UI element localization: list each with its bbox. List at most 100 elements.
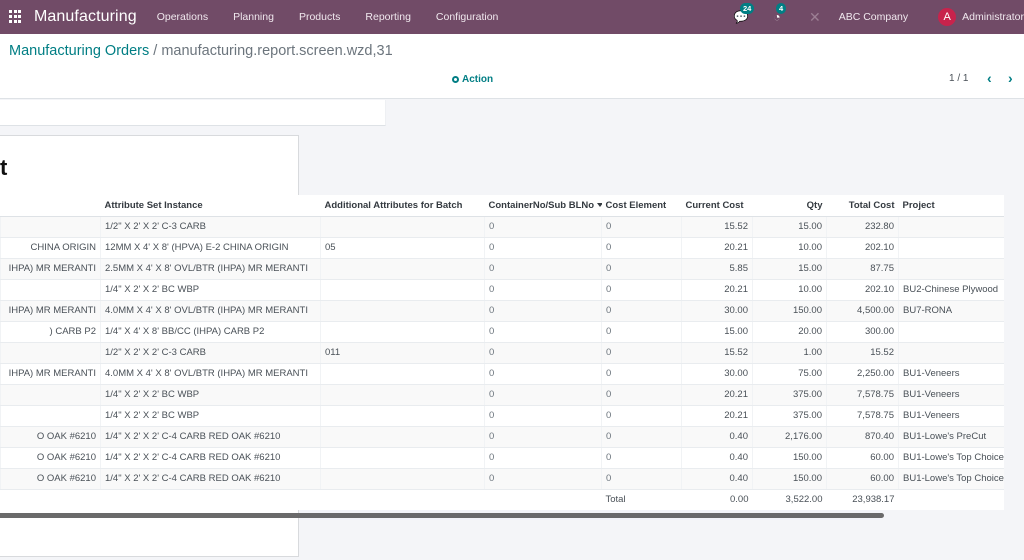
cell-additional-attributes	[320, 321, 485, 343]
action-button[interactable]: Action	[452, 74, 493, 85]
top-navbar: Manufacturing Operations Planning Produc…	[0, 0, 1024, 34]
cell-product	[0, 342, 101, 364]
cell-attribute-set-instance: 1/4" X 2' X 2' BC WBP	[100, 384, 321, 406]
table-row[interactable]: ) CARB P2 1/4" X 4' X 8' BB/CC (IHPA) CAR…	[0, 321, 1004, 343]
column-header-current-cost[interactable]: Current Cost	[681, 195, 753, 217]
column-header-additional-attributes[interactable]: Additional Attributes for Batch	[320, 195, 485, 217]
messages-button[interactable]: 💬 24	[733, 3, 755, 24]
cell-additional-attributes	[320, 405, 485, 427]
cell-container-no: 0	[484, 363, 602, 385]
user-menu[interactable]: Administrator	[962, 11, 1024, 23]
cell-project: BU1-Veneers	[898, 384, 1004, 406]
horizontal-scrollbar[interactable]	[0, 513, 884, 518]
cell-additional-attributes	[320, 447, 485, 469]
cell-product	[0, 216, 101, 238]
cell-attribute-set-instance: 1/2" X 2' X 2' C-3 CARB	[100, 342, 321, 364]
column-header-qty[interactable]: Qty	[752, 195, 827, 217]
cell-current-cost: 15.52	[681, 342, 753, 364]
menu-reporting[interactable]: Reporting	[365, 11, 411, 23]
cell-container-no: 0	[484, 237, 602, 259]
cell-container-no: 0	[484, 216, 602, 238]
column-header-total-cost[interactable]: Total Cost	[826, 195, 899, 217]
column-header-attribute-set-instance[interactable]: Attribute Set Instance	[100, 195, 321, 217]
cell-total-cost: 7,578.75	[826, 405, 899, 427]
table-row[interactable]: 1/4" X 2' X 2' BC WBP 0 0 20.21 375.00 7,578.…	[0, 405, 1004, 427]
app-name[interactable]: Manufacturing	[34, 8, 137, 26]
cell-current-cost: 20.21	[681, 279, 753, 301]
cell-cost-element: 0	[601, 468, 682, 490]
cell-qty: 375.00	[752, 405, 827, 427]
cell-current-cost: 30.00	[681, 300, 753, 322]
menu-products[interactable]: Products	[299, 11, 340, 23]
pager-value[interactable]: 1 / 1	[949, 73, 968, 84]
close-x-icon[interactable]: ✕	[809, 9, 821, 26]
menu-configuration[interactable]: Configuration	[436, 11, 498, 23]
menu-operations[interactable]: Operations	[157, 11, 208, 23]
cell-attribute-set-instance: 12MM X 4' X 8' (HPVA) E-2 CHINA ORIGIN	[100, 237, 321, 259]
pager-previous-button[interactable]: ‹	[987, 70, 992, 86]
activities-button[interactable]: ◔ 4	[769, 3, 787, 24]
company-switcher[interactable]: ABC Company	[839, 11, 908, 23]
cell-qty: 15.00	[752, 258, 827, 280]
cell-product: CHINA ORIGIN	[0, 237, 101, 259]
cell-project: BU1-Veneers	[898, 363, 1004, 385]
cell-qty: 1.00	[752, 342, 827, 364]
table-row[interactable]: 1/2" X 2' X 2' C-3 CARB 011 0 0 15.52 1.00 15.…	[0, 342, 1004, 364]
breadcrumb-manufacturing-orders[interactable]: Manufacturing Orders	[9, 43, 149, 59]
menu-planning[interactable]: Planning	[233, 11, 274, 23]
column-header-cost-element[interactable]: Cost Element	[601, 195, 682, 217]
cell-current-cost: 30.00	[681, 363, 753, 385]
apps-grid-icon[interactable]	[9, 10, 23, 24]
cell-product: ) CARB P2	[0, 321, 101, 343]
table-row[interactable]: IHPA) MR MERANTI 2.5MM X 4' X 8' OVL/BTR …	[0, 258, 1004, 280]
cell-cost-element: 0	[601, 447, 682, 469]
table-row[interactable]: O OAK #6210 1/4" X 2' X 2' C-4 CARB RED O…	[0, 468, 1004, 490]
table-row[interactable]: 1/2" X 2' X 2' C-3 CARB 0 0 15.52 15.00 232.8…	[0, 216, 1004, 238]
footer-empty	[100, 489, 321, 510]
table-row[interactable]: IHPA) MR MERANTI 4.0MM X 4' X 8' OVL/BTR …	[0, 363, 1004, 385]
column-header-product[interactable]	[0, 195, 101, 217]
cell-project: BU1-Lowe's Top Choice	[898, 447, 1004, 469]
cell-attribute-set-instance: 1/4" X 2' X 2' BC WBP	[100, 279, 321, 301]
table-row[interactable]: 1/4" X 2' X 2' BC WBP 0 0 20.21 10.00 202.10 B…	[0, 279, 1004, 301]
cell-additional-attributes	[320, 363, 485, 385]
breadcrumb-current: manufacturing.report.screen.wzd,31	[161, 43, 393, 59]
cell-current-cost: 0.40	[681, 447, 753, 469]
cell-total-cost: 232.80	[826, 216, 899, 238]
cell-qty: 2,176.00	[752, 426, 827, 448]
cell-additional-attributes	[320, 300, 485, 322]
control-panel: Manufacturing Orders / manufacturing.rep…	[0, 34, 1024, 99]
cell-container-no: 0	[484, 300, 602, 322]
cell-container-no: 0	[484, 279, 602, 301]
table-row[interactable]: CHINA ORIGIN 12MM X 4' X 8' (HPVA) E-2 CH…	[0, 237, 1004, 259]
table-row[interactable]: 1/4" X 2' X 2' BC WBP 0 0 20.21 375.00 7,578.…	[0, 384, 1004, 406]
avatar[interactable]: A	[938, 8, 957, 26]
cell-cost-element: 0	[601, 321, 682, 343]
cell-additional-attributes	[320, 468, 485, 490]
table-row[interactable]: O OAK #6210 1/4" X 2' X 2' C-4 CARB RED O…	[0, 447, 1004, 469]
table-row[interactable]: IHPA) MR MERANTI 4.0MM X 4' X 8' OVL/BTR …	[0, 300, 1004, 322]
column-header-container-no[interactable]: ContainerNo/Sub BLNo	[484, 195, 602, 217]
cell-cost-element: 0	[601, 237, 682, 259]
cell-qty: 20.00	[752, 321, 827, 343]
cell-current-cost: 5.85	[681, 258, 753, 280]
cell-current-cost: 15.52	[681, 216, 753, 238]
cell-qty: 10.00	[752, 237, 827, 259]
cell-current-cost: 0.40	[681, 426, 753, 448]
cell-current-cost: 20.21	[681, 405, 753, 427]
cell-container-no: 0	[484, 468, 602, 490]
pager-next-button[interactable]: ›	[1008, 70, 1013, 86]
cell-attribute-set-instance: 1/4" X 4' X 8' BB/CC (IHPA) CARB P2	[100, 321, 321, 343]
column-header-project[interactable]: Project	[898, 195, 1004, 217]
cell-cost-element: 0	[601, 279, 682, 301]
cell-total-cost: 15.52	[826, 342, 899, 364]
cell-additional-attributes	[320, 258, 485, 280]
form-statusbar	[0, 100, 386, 126]
cell-cost-element: 0	[601, 258, 682, 280]
cell-cost-element: 0	[601, 426, 682, 448]
cell-total-cost: 870.40	[826, 426, 899, 448]
cell-project: BU1-Lowe's PreCut	[898, 426, 1004, 448]
cell-total-cost: 60.00	[826, 447, 899, 469]
table-row[interactable]: O OAK #6210 1/4" X 2' X 2' C-4 CARB RED O…	[0, 426, 1004, 448]
cell-attribute-set-instance: 4.0MM X 4' X 8' OVL/BTR (IHPA) MR MERANT…	[100, 363, 321, 385]
